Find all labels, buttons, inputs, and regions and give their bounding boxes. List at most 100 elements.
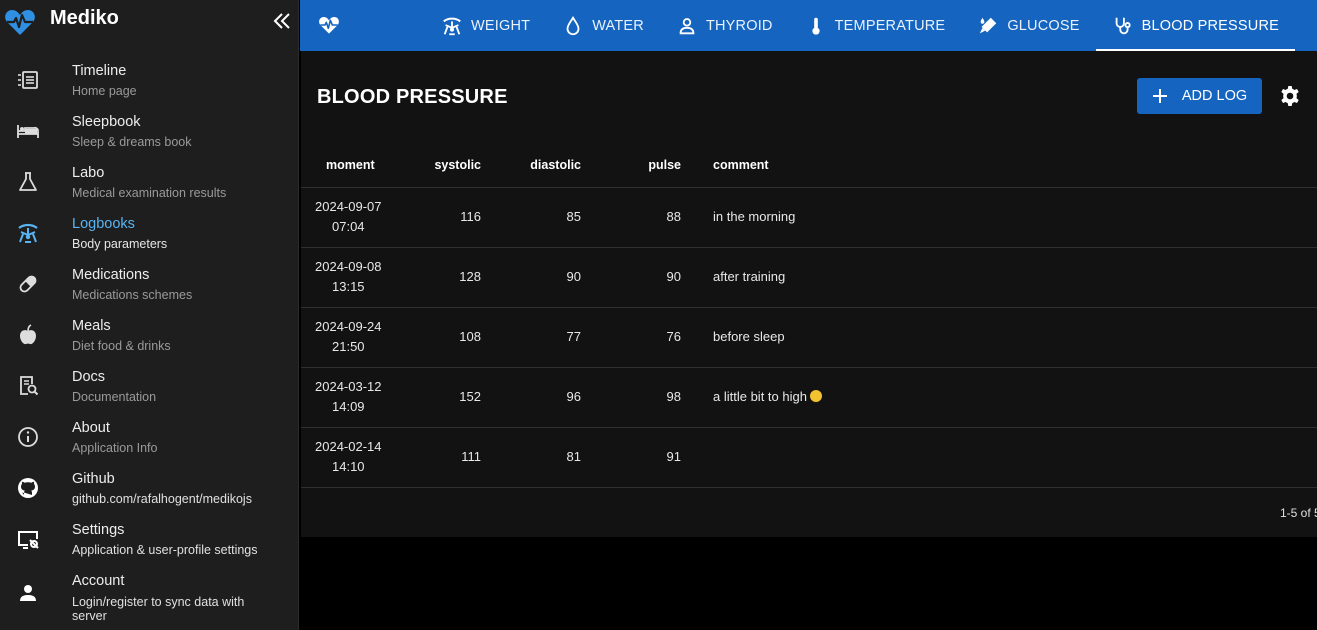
plus-icon (1152, 89, 1167, 103)
moment-date: 2024-02-14 (315, 439, 382, 454)
sidebar-item-subtitle: Medications schemes (72, 288, 193, 302)
scale-icon (443, 17, 461, 35)
sidebar-item-subtitle: Body parameters (72, 237, 168, 251)
top-bar: WEIGHT WATER THYROID TEMPERATURE GLUCOSE… (300, 0, 1317, 51)
monitor-settings-icon (18, 531, 39, 549)
tab-weight[interactable]: WEIGHT (425, 0, 546, 51)
gear-icon[interactable] (1278, 84, 1302, 108)
sidebar-item-logbooks[interactable]: Logbooks Body parameters (0, 210, 299, 261)
thinking-emoji-icon (809, 390, 822, 402)
column-header-systolic[interactable]: systolic (413, 143, 481, 188)
cell-comment: after training (681, 247, 1317, 308)
tab-label: THYROID (705, 17, 773, 34)
cell-diastolic: 81 (481, 427, 581, 488)
add-log-label: ADD LOG (1181, 88, 1248, 104)
sidebar-item-subtitle: github.com/rafalhogent/medikojs (72, 492, 252, 506)
cell-systolic: 111 (413, 427, 481, 488)
cell-comment: a little bit to high (681, 367, 1317, 428)
heart-pulse-icon (319, 17, 339, 34)
account-icon (20, 585, 36, 601)
tab-blood-pressure[interactable]: BLOOD PRESSURE (1095, 0, 1296, 51)
sidebar-item-github[interactable]: Github github.com/rafalhogent/medikojs (0, 465, 299, 516)
blood-pressure-card: BLOOD PRESSURE ADD LOG moment systolic d… (301, 51, 1317, 537)
github-icon (18, 478, 38, 498)
tab-label: WEIGHT (471, 17, 531, 34)
heart-pulse-logo-icon (5, 10, 35, 35)
sidebar-item-subtitle: Application Info (72, 441, 158, 455)
timeline-icon (18, 71, 38, 89)
cell-diastolic: 77 (481, 307, 581, 368)
sidebar-item-meals[interactable]: Meals Diet food & drinks (0, 312, 299, 363)
tab-glucose[interactable]: GLUCOSE (961, 0, 1095, 51)
flask-icon (19, 172, 37, 191)
logbook-tabs: WEIGHT WATER THYROID TEMPERATURE GLUCOSE… (425, 0, 1296, 51)
tab-water[interactable]: WATER (546, 0, 660, 51)
cell-pulse: 90 (581, 247, 681, 308)
tab-temperature[interactable]: TEMPERATURE (789, 0, 962, 51)
cell-moment: 2024-03-12 14:09 (301, 367, 413, 428)
home-button[interactable] (300, 0, 358, 51)
column-header-diastolic[interactable]: diastolic (481, 143, 581, 188)
table-row[interactable]: 2024-09-24 21:50 108 77 76 before sleep (301, 307, 1317, 368)
sidebar-item-settings[interactable]: Settings Application & user-profile sett… (0, 516, 299, 567)
stethoscope-icon (1115, 17, 1131, 34)
sidebar-item-labo[interactable]: Labo Medical examination results (0, 159, 299, 210)
column-header-moment[interactable]: moment (301, 143, 413, 188)
sidebar-item-title: Account (72, 573, 125, 589)
tab-thyroid[interactable]: THYROID (660, 0, 789, 51)
document-search-icon (20, 376, 39, 396)
tab-label: TEMPERATURE (834, 17, 946, 34)
column-header-comment[interactable]: comment (681, 143, 1317, 188)
sidebar-item-title: Sleepbook (72, 114, 141, 130)
sidebar-item-title: Timeline (72, 63, 127, 79)
table-row[interactable]: 2024-09-08 13:15 128 90 90 after training (301, 247, 1317, 308)
cell-systolic: 108 (413, 307, 481, 368)
table-row[interactable]: 2024-09-07 07:04 116 85 88 in the morning (301, 187, 1317, 248)
tab-label: BLOOD PRESSURE (1141, 17, 1279, 34)
info-icon (18, 427, 38, 447)
sidebar-item-title: About (72, 420, 110, 436)
moment-time: 13:15 (332, 279, 365, 294)
cell-systolic: 152 (413, 367, 481, 428)
pill-icon (19, 275, 37, 293)
sidebar-item-title: Logbooks (72, 216, 135, 232)
sidebar-item-subtitle: Home page (72, 84, 137, 98)
comment-text: a little bit to high (713, 389, 807, 404)
sidebar-item-subtitle: Documentation (72, 390, 157, 404)
column-header-pulse[interactable]: pulse (581, 143, 681, 188)
water-drop-icon (566, 15, 580, 35)
sidebar-item-docs[interactable]: Docs Documentation (0, 363, 299, 414)
sidebar-item-title: Github (72, 471, 115, 487)
cell-diastolic: 85 (481, 187, 581, 248)
sidebar-item-about[interactable]: About Application Info (0, 414, 299, 465)
cell-pulse: 76 (581, 307, 681, 368)
sidebar-item-subtitle: Login/register to sync data with server (72, 595, 245, 623)
sidebar-nav: Timeline Home page Sleepbook Sleep & dre… (0, 57, 299, 623)
sidebar-item-medications[interactable]: Medications Medications schemes (0, 261, 299, 312)
pagination-info: 1-5 of 5 (1280, 506, 1317, 520)
app-title: Mediko (50, 7, 119, 29)
moment-date: 2024-09-08 (315, 259, 382, 274)
moment-time: 21:50 (332, 339, 365, 354)
bed-icon (17, 125, 39, 138)
sidebar-item-title: Meals (72, 318, 111, 334)
sidebar-header: Mediko (0, 0, 299, 40)
table-row[interactable]: 2024-03-12 14:09 152 96 98 a little bit t… (301, 367, 1317, 428)
sidebar-item-title: Labo (72, 165, 105, 181)
table-row[interactable]: 2024-02-14 14:10 111 81 91 (301, 427, 1317, 488)
chevron-double-left-icon[interactable] (272, 11, 292, 31)
cell-systolic: 116 (413, 187, 481, 248)
cell-comment: in the morning (681, 187, 1317, 248)
moment-date: 2024-09-07 (315, 199, 382, 214)
sidebar: Mediko Timeline Home page Sleepbook Slee… (0, 0, 299, 630)
cell-diastolic: 96 (481, 367, 581, 428)
add-log-button[interactable]: ADD LOG (1137, 78, 1262, 114)
person-icon (679, 17, 695, 34)
sidebar-item-sleepbook[interactable]: Sleepbook Sleep & dreams book (0, 108, 299, 159)
sidebar-item-subtitle: Medical examination results (72, 186, 227, 200)
sidebar-item-timeline[interactable]: Timeline Home page (0, 57, 299, 108)
cell-moment: 2024-02-14 14:10 (301, 427, 413, 488)
sidebar-item-account[interactable]: Account Login/register to sync data with… (0, 567, 299, 623)
sidebar-item-title: Docs (72, 369, 106, 385)
scale-icon (18, 223, 38, 243)
